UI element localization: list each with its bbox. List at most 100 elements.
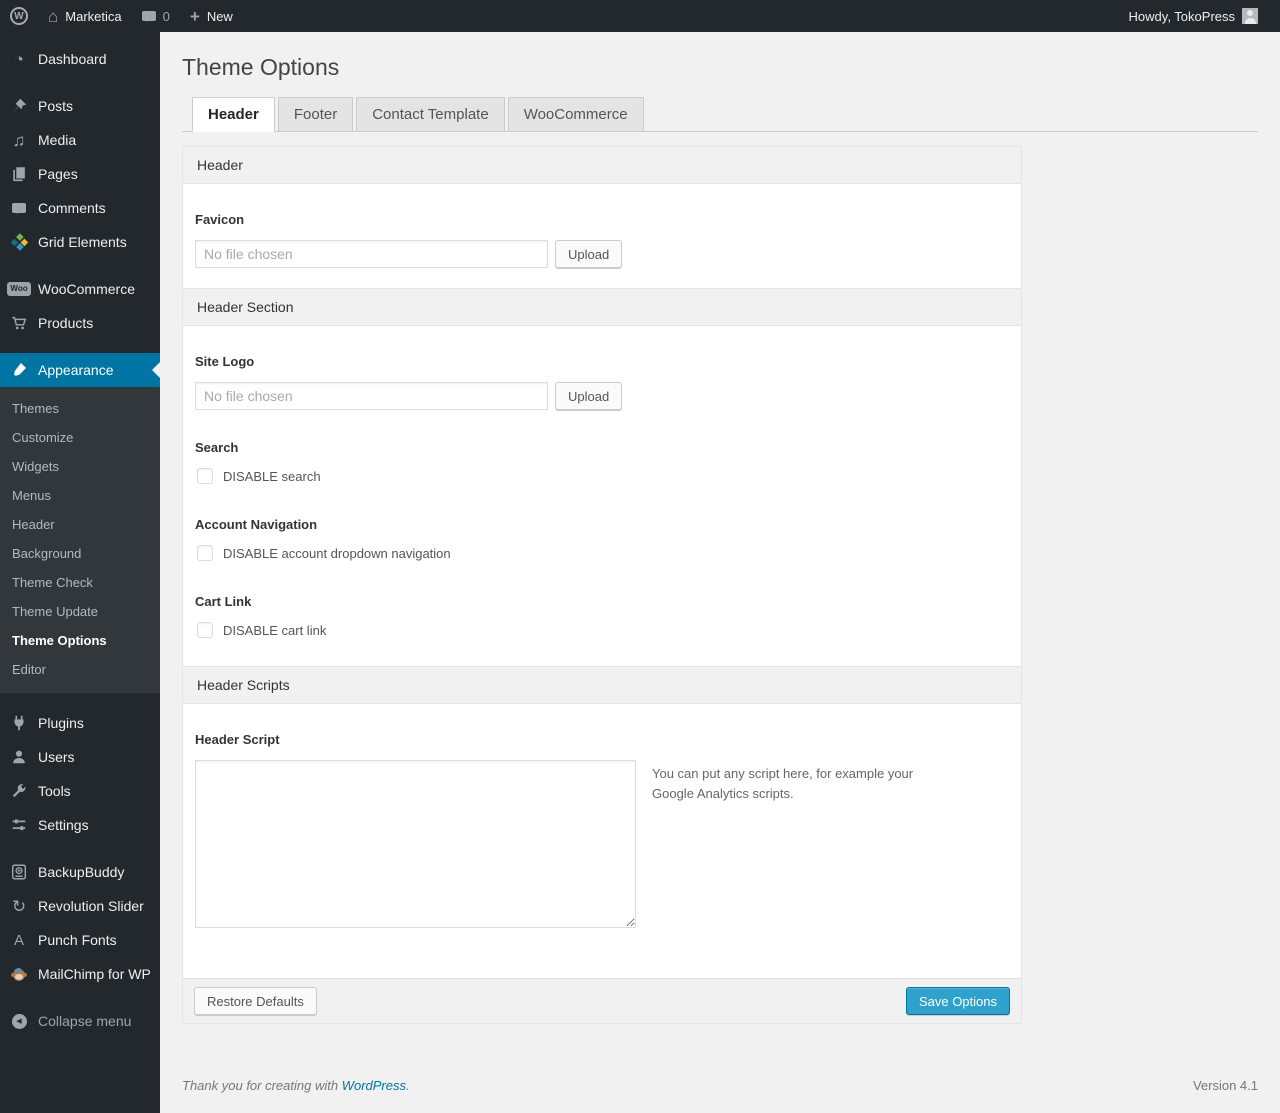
admin-footer: Thank you for creating with WordPress. V… <box>182 1078 1258 1113</box>
sidebar-item-plugins[interactable]: Plugins <box>0 706 160 740</box>
favicon-upload-button[interactable]: Upload <box>555 240 623 268</box>
disable-cart-link-label[interactable]: DISABLE cart link <box>223 623 326 638</box>
sidebar-item-grid-elements[interactable]: Grid Elements <box>0 225 160 259</box>
submenu-item-themes[interactable]: Themes <box>0 394 160 423</box>
disable-cart-link-checkbox[interactable] <box>197 622 213 638</box>
new-label: New <box>206 8 233 24</box>
sidebar-item-label: Posts <box>38 98 74 114</box>
favicon-file-input[interactable] <box>195 240 548 268</box>
sidebar-item-revolution-slider[interactable]: ↻ Revolution Slider <box>0 889 160 923</box>
sidebar-item-label: Comments <box>38 200 106 216</box>
site-logo-file-input[interactable] <box>195 382 548 410</box>
appearance-submenu: Themes Customize Widgets Menus Header Ba… <box>0 387 160 693</box>
sidebar-item-label: Grid Elements <box>38 234 127 250</box>
sidebar-item-label: Appearance <box>38 362 114 378</box>
header-script-label: Header Script <box>195 732 280 747</box>
header-script-help-text: You can put any script here, for example… <box>652 766 914 802</box>
sidebar-item-comments[interactable]: Comments <box>0 191 160 225</box>
sidebar-item-users[interactable]: Users <box>0 740 160 774</box>
section-header-header-section: Header Section <box>183 288 1021 326</box>
user-avatar <box>1242 8 1258 24</box>
submenu-item-theme-check[interactable]: Theme Check <box>0 568 160 597</box>
sidebar-item-settings[interactable]: Settings <box>0 808 160 842</box>
submenu-item-menus[interactable]: Menus <box>0 481 160 510</box>
sidebar-item-tools[interactable]: Tools <box>0 774 160 808</box>
backup-drive-icon <box>9 863 29 881</box>
woocommerce-badge-icon: Woo <box>7 282 31 296</box>
section-header-header: Header <box>183 147 1021 184</box>
tab-footer[interactable]: Footer <box>277 97 354 132</box>
disable-search-checkbox[interactable] <box>197 468 213 484</box>
favicon-label: Favicon <box>195 212 245 227</box>
sidebar-item-label: Revolution Slider <box>38 898 144 914</box>
sidebar-item-dashboard[interactable]: ◔ Dashboard <box>0 42 160 76</box>
sidebar-item-appearance[interactable]: Appearance <box>0 353 160 387</box>
submenu-item-background[interactable]: Background <box>0 539 160 568</box>
sidebar-item-label: Products <box>38 315 94 331</box>
wordpress-logo-icon: W <box>10 7 28 25</box>
site-name-label: Marketica <box>65 8 122 24</box>
sidebar-item-label: Tools <box>38 783 71 799</box>
sidebar-item-posts[interactable]: Posts <box>0 89 160 123</box>
sidebar-item-backupbuddy[interactable]: BackupBuddy <box>0 855 160 889</box>
sidebar-item-label: Plugins <box>38 715 84 731</box>
comments-bubble-icon <box>9 203 29 214</box>
tab-header[interactable]: Header <box>192 97 275 132</box>
restore-defaults-button[interactable]: Restore Defaults <box>194 987 317 1015</box>
disable-account-nav-label[interactable]: DISABLE account dropdown navigation <box>223 546 451 561</box>
search-label: Search <box>195 440 239 455</box>
theme-options-tabs: Header Footer Contact Template WooCommerce <box>182 97 1258 132</box>
collapse-menu-label: Collapse menu <box>38 1013 132 1029</box>
submenu-item-editor[interactable]: Editor <box>0 655 160 684</box>
wrench-icon <box>9 782 29 800</box>
disable-search-label[interactable]: DISABLE search <box>223 469 321 484</box>
sidebar-item-woocommerce[interactable]: Woo WooCommerce <box>0 272 160 306</box>
collapse-arrow-icon: ◀ <box>9 1013 29 1029</box>
account-navigation-label: Account Navigation <box>195 517 318 532</box>
header-script-textarea[interactable] <box>195 760 636 928</box>
pushpin-icon <box>9 97 29 115</box>
home-icon: ⌂ <box>48 6 59 26</box>
media-note-icon: ♫ <box>12 130 26 150</box>
sidebar-item-label: Punch Fonts <box>38 932 117 948</box>
sidebar-item-label: Pages <box>38 166 78 182</box>
sidebar-item-media[interactable]: ♫ Media <box>0 123 160 157</box>
admin-bar: W ⌂ Marketica 0 + New Howdy, TokoPress <box>0 0 1280 32</box>
comment-bubble-icon <box>141 11 156 22</box>
grid-elements-icon <box>9 233 29 251</box>
sliders-icon <box>9 816 29 834</box>
comments-shortcut[interactable]: 0 <box>132 0 180 32</box>
cart-link-label: Cart Link <box>195 594 252 609</box>
collapse-menu-button[interactable]: ◀ Collapse menu <box>0 1004 160 1038</box>
submenu-item-customize[interactable]: Customize <box>0 423 160 452</box>
sidebar-item-products[interactable]: Products <box>0 306 160 340</box>
submenu-item-widgets[interactable]: Widgets <box>0 452 160 481</box>
new-content-menu[interactable]: + New <box>180 0 243 32</box>
howdy-label: Howdy, TokoPress <box>1128 8 1235 24</box>
brush-icon <box>9 361 29 379</box>
submenu-item-theme-update[interactable]: Theme Update <box>0 597 160 626</box>
tab-woocommerce[interactable]: WooCommerce <box>507 97 644 132</box>
sidebar-item-pages[interactable]: Pages <box>0 157 160 191</box>
sidebar-item-punch-fonts[interactable]: A Punch Fonts <box>0 923 160 957</box>
tab-contact-template[interactable]: Contact Template <box>356 97 505 132</box>
sidebar-item-label: WooCommerce <box>38 281 135 297</box>
submenu-item-theme-options[interactable]: Theme Options <box>0 626 160 655</box>
site-logo-upload-button[interactable]: Upload <box>555 382 623 410</box>
section-header-header-scripts: Header Scripts <box>183 666 1021 704</box>
disable-account-nav-checkbox[interactable] <box>197 545 213 561</box>
page-title: Theme Options <box>182 54 340 80</box>
wordpress-logo-menu[interactable]: W <box>0 0 38 32</box>
sidebar-item-label: MailChimp for WP <box>38 966 151 982</box>
save-options-button[interactable]: Save Options <box>905 987 1010 1015</box>
panel-footer: Restore Defaults Save Options <box>183 978 1021 1023</box>
rotate-arrows-icon: ↻ <box>11 896 27 916</box>
dashboard-icon: ◔ <box>13 49 25 69</box>
sidebar-item-label: Users <box>38 749 75 765</box>
site-logo-label: Site Logo <box>195 354 255 369</box>
site-name-link[interactable]: ⌂ Marketica <box>38 0 132 32</box>
my-account-menu[interactable]: Howdy, TokoPress <box>1119 0 1268 32</box>
submenu-item-header[interactable]: Header <box>0 510 160 539</box>
plus-icon: + <box>189 6 200 26</box>
sidebar-item-mailchimp[interactable]: MailChimp for WP <box>0 957 160 991</box>
